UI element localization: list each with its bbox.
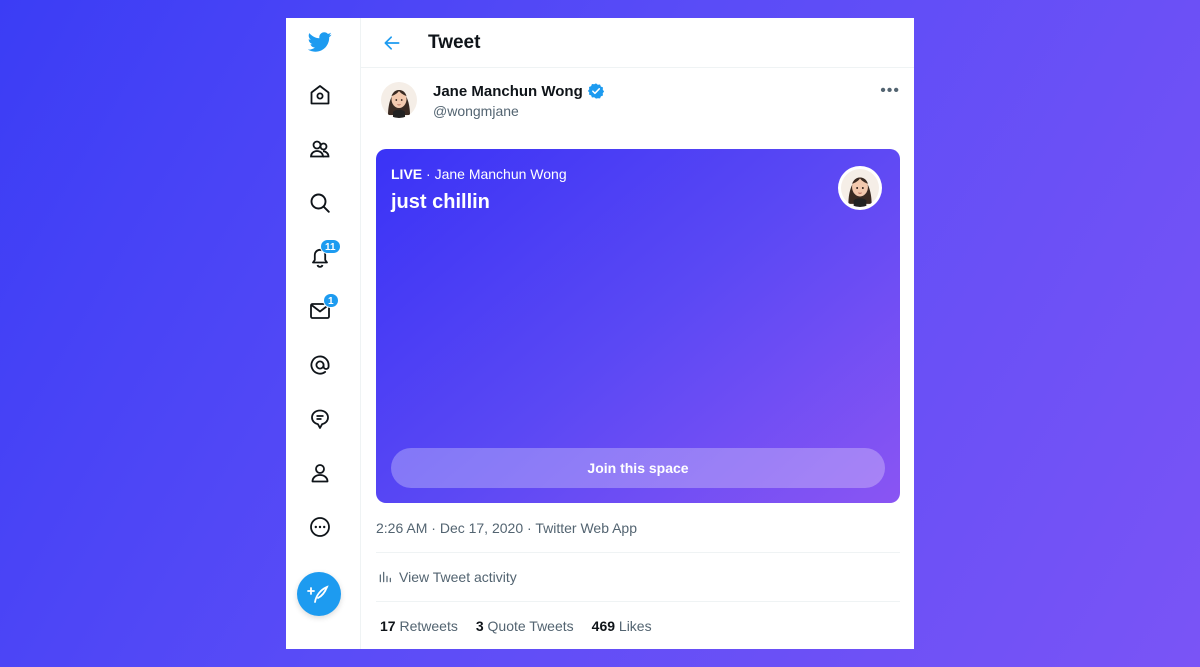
tweet-source[interactable]: Twitter Web App	[535, 520, 637, 536]
home-icon[interactable]	[298, 73, 342, 117]
tweet-stats: 17 Retweets 3 Quote Tweets 469 Likes	[380, 618, 652, 634]
author-handle[interactable]: @wongmjane	[433, 103, 605, 119]
tweet-date[interactable]: Dec 17, 2020	[440, 520, 523, 536]
space-live-line: LIVE · Jane Manchun Wong	[391, 166, 567, 182]
tweet-meta: 2:26 AM · Dec 17, 2020 · Twitter Web App	[376, 520, 637, 536]
search-icon[interactable]	[298, 181, 342, 225]
likes-label: Likes	[618, 618, 652, 634]
quote-tweets-stat[interactable]: 3 Quote Tweets	[476, 618, 574, 634]
divider	[376, 552, 900, 553]
compose-button[interactable]	[297, 572, 341, 616]
divider	[376, 601, 900, 602]
back-arrow-icon	[384, 35, 400, 50]
topics-icon[interactable]	[298, 397, 342, 441]
likes-count: 469	[591, 618, 616, 634]
profile-icon[interactable]	[298, 451, 342, 495]
author-display-name[interactable]: Jane Manchun Wong	[433, 82, 605, 100]
space-host-avatar	[838, 166, 882, 210]
notifications-icon[interactable]: 11	[298, 235, 342, 279]
back-button[interactable]	[374, 25, 410, 61]
sidebar: 11 1	[286, 18, 361, 649]
verified-icon	[587, 83, 604, 99]
communities-icon[interactable]	[298, 127, 342, 171]
more-options-icon[interactable]: •••	[880, 82, 900, 100]
compose-icon	[307, 585, 329, 603]
likes-stat[interactable]: 469 Likes	[592, 618, 652, 634]
tweet-time[interactable]: 2:26 AM	[376, 520, 427, 536]
view-activity-link[interactable]: View Tweet activity	[377, 569, 517, 585]
main-column: Tweet Jane Manchun Wong @wongmjane ••• L…	[361, 18, 914, 649]
messages-icon[interactable]: 1	[298, 289, 342, 333]
retweets-count: 17	[380, 618, 396, 634]
quotes-count: 3	[475, 618, 484, 634]
space-host: · Jane Manchun Wong	[422, 166, 567, 182]
more-icon[interactable]	[298, 505, 342, 549]
tweet-window: 11 1 Tweet Jane Manchun Wong @wongmjane …	[286, 18, 914, 649]
quotes-label: Quote Tweets	[487, 618, 574, 634]
page-header: Tweet	[361, 18, 914, 68]
retweets-stat[interactable]: 17 Retweets	[380, 618, 458, 634]
twitter-logo-icon[interactable]	[298, 20, 342, 64]
author-name-text: Jane Manchun Wong	[433, 82, 583, 100]
author-names: Jane Manchun Wong @wongmjane	[433, 82, 605, 119]
live-label: LIVE	[391, 166, 423, 182]
avatar[interactable]	[381, 82, 417, 118]
meta-separator: ·	[427, 520, 440, 536]
notifications-badge: 11	[320, 239, 341, 254]
messages-badge: 1	[323, 293, 339, 308]
retweets-label: Retweets	[399, 618, 458, 634]
join-space-button[interactable]: Join this space	[391, 448, 885, 488]
activity-label: View Tweet activity	[399, 569, 517, 585]
meta-separator: ·	[523, 520, 536, 536]
activity-chart-icon	[379, 571, 391, 583]
space-title: just chillin	[391, 191, 490, 213]
mentions-icon[interactable]	[298, 343, 342, 387]
tweet-author: Jane Manchun Wong @wongmjane	[381, 82, 605, 119]
space-card[interactable]: LIVE · Jane Manchun Wong just chillin Jo…	[376, 149, 900, 503]
page-title: Tweet	[428, 31, 481, 53]
